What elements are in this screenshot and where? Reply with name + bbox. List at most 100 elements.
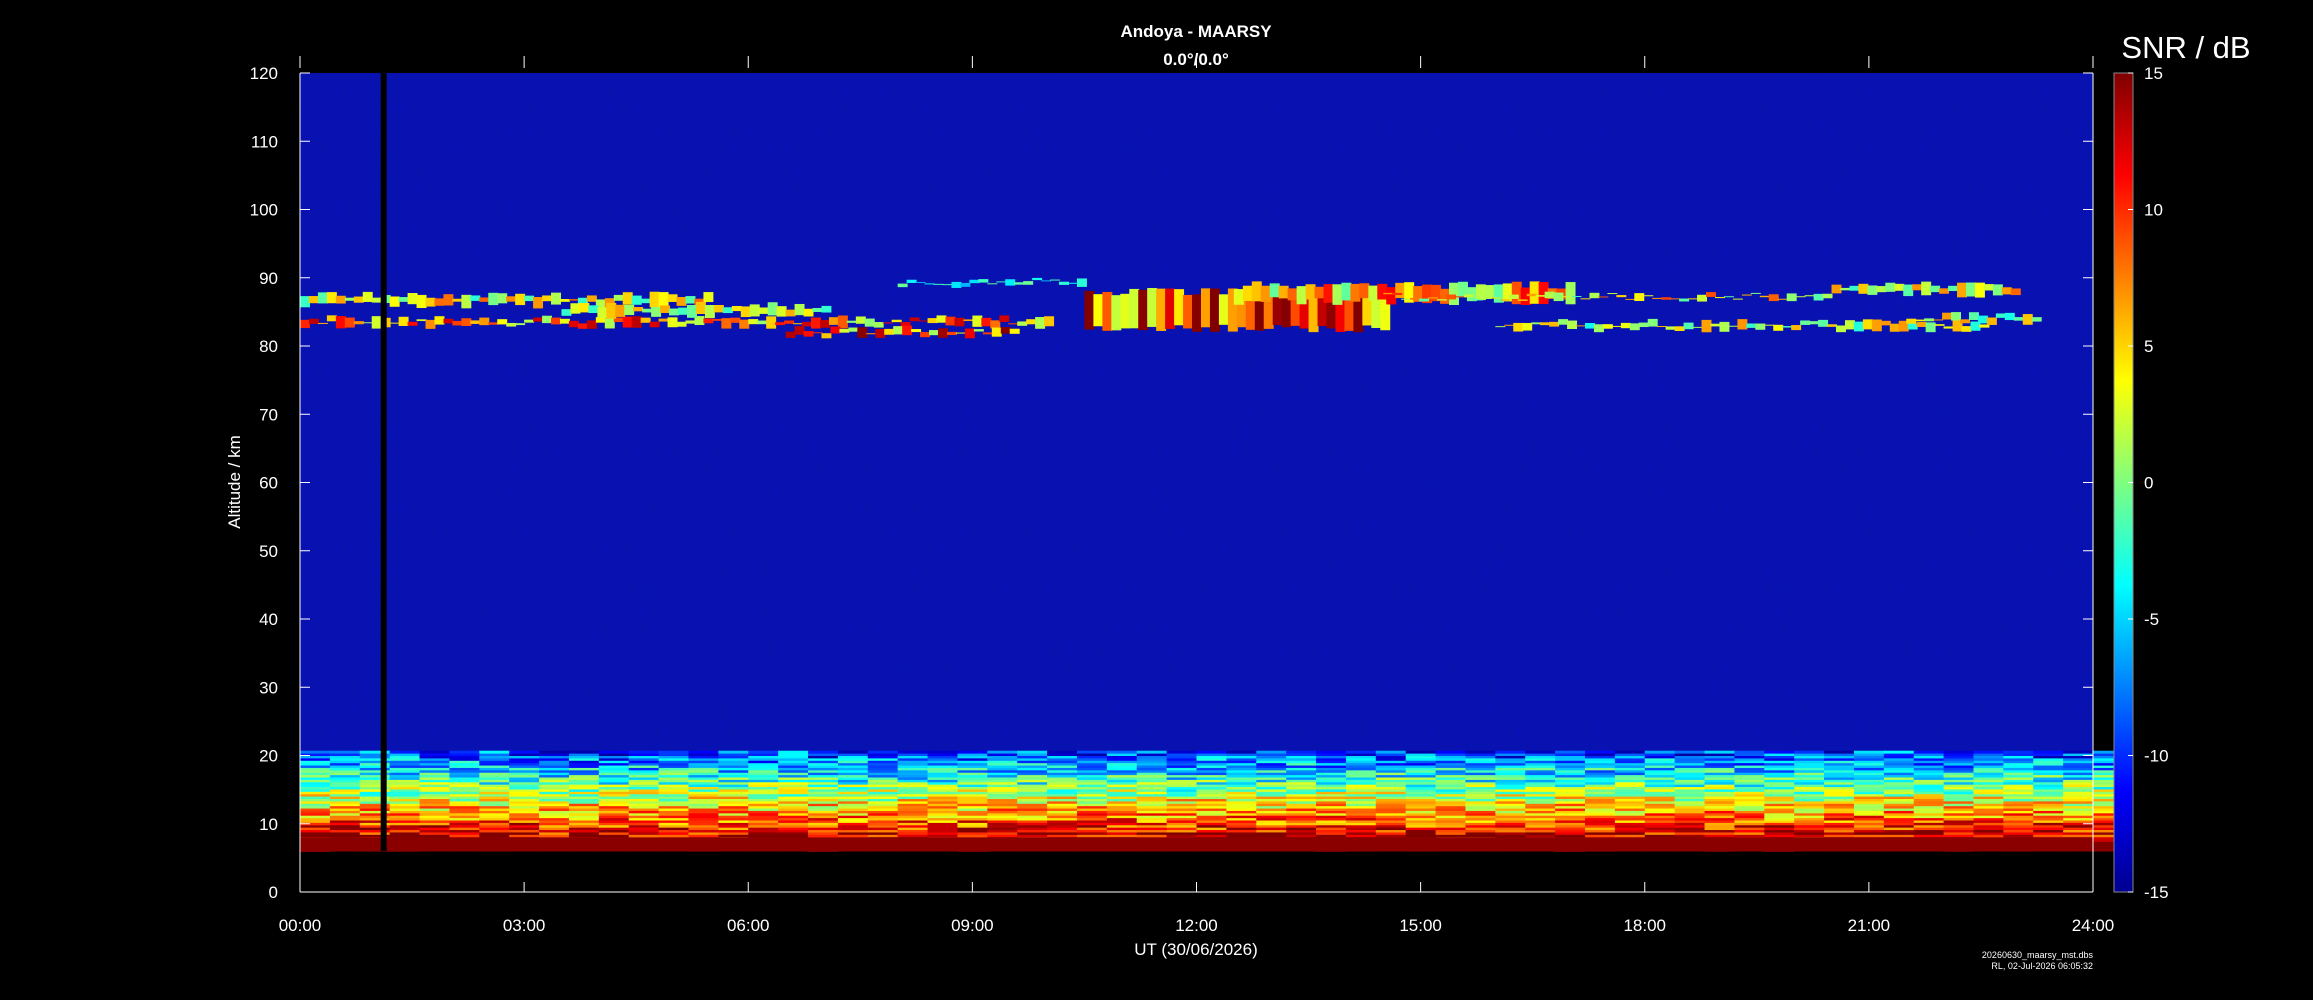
mesospheric-echo-cell <box>1871 319 1882 332</box>
mesospheric-echo-cell <box>991 327 1002 337</box>
mesospheric-echo-cell <box>1885 282 1896 292</box>
mesospheric-echo-cell <box>1818 319 1829 327</box>
mesospheric-echo-cell <box>1656 326 1667 328</box>
y-tick-label: 50 <box>259 542 278 561</box>
mesospheric-echo-cell <box>326 315 337 322</box>
mesospheric-echo-cell <box>559 299 570 302</box>
lower-echo-cell <box>300 750 331 754</box>
x-tick-label: 09:00 <box>951 916 994 935</box>
mesospheric-echo-cell <box>389 296 400 307</box>
mesospheric-echo-cell <box>1616 295 1627 298</box>
lower-echo-cell <box>1614 750 1646 754</box>
mesospheric-echo-cell <box>1571 296 1582 298</box>
mesospheric-echo-cell <box>685 296 696 304</box>
mesospheric-echo-cell <box>703 318 714 324</box>
mesospheric-echo-cell <box>1925 322 1936 333</box>
mesospheric-echo-cell <box>1755 323 1766 330</box>
mesospheric-echo-cell <box>300 296 310 308</box>
mesospheric-echo-cell <box>631 316 642 328</box>
mesospheric-echo-cell <box>389 322 400 324</box>
lower-echo-cell <box>1794 750 1826 754</box>
mesospheric-echo-cell <box>1147 287 1158 327</box>
mesospheric-echo-cell <box>1983 284 1994 291</box>
mesospheric-echo-cell <box>1305 284 1316 300</box>
mesospheric-echo-cell <box>317 292 328 304</box>
mesospheric-echo-cell <box>371 316 382 329</box>
mesospheric-echo-cell <box>1383 292 1394 295</box>
mesospheric-echo-cell <box>1688 298 1699 300</box>
mesospheric-echo-cell <box>1977 315 1988 324</box>
mesospheric-echo-cell <box>1472 299 1483 301</box>
x-tick-label: 12:00 <box>1175 916 1218 935</box>
mesospheric-echo-cell <box>678 307 688 315</box>
mesospheric-echo-cell <box>1836 325 1846 333</box>
mesospheric-echo-cell <box>1484 285 1495 299</box>
mesospheric-echo-cell <box>604 318 615 329</box>
mesospheric-echo-cell <box>1093 294 1104 327</box>
mesospheric-echo-cell <box>524 295 535 302</box>
lower-echo-cell <box>1674 750 1706 754</box>
mesospheric-echo-cell <box>915 281 926 283</box>
mesospheric-echo-cell <box>1602 324 1613 329</box>
footer-timestamp: RL, 02-Jul-2026 06:05:32 <box>1991 961 2093 971</box>
mesospheric-echo-cell <box>1697 294 1708 302</box>
y-tick-label: 0 <box>269 883 278 902</box>
snr-noise-texture <box>300 73 2093 847</box>
mesospheric-echo-cell <box>524 319 535 323</box>
mesospheric-echo-cell <box>1084 290 1095 330</box>
mesospheric-echo-cell <box>1350 283 1361 302</box>
mesospheric-echo-cell <box>793 323 804 325</box>
x-tick-label: 24:00 <box>2072 916 2115 935</box>
mesospheric-echo-cell <box>497 319 508 325</box>
mesospheric-echo-cell <box>606 302 617 319</box>
mesospheric-echo-cell <box>1481 297 1492 299</box>
lower-echo-cell <box>808 750 839 754</box>
mesospheric-echo-cell <box>651 306 662 317</box>
mesospheric-echo-cell <box>1068 282 1078 284</box>
mesospheric-echo-cell <box>802 321 813 327</box>
mesospheric-echo-cell <box>1903 284 1914 297</box>
mesospheric-echo-cell <box>1032 277 1043 281</box>
mesospheric-echo-cell <box>300 319 310 329</box>
mesospheric-echo-cell <box>1643 295 1654 297</box>
mesospheric-echo-cell <box>730 317 741 323</box>
mesospheric-echo-cell <box>1759 295 1770 298</box>
mesospheric-echo-cell <box>1165 288 1176 329</box>
mesospheric-echo-cell <box>1683 322 1694 330</box>
mesospheric-echo-cell <box>1008 323 1019 325</box>
mesospheric-echo-cell <box>1782 326 1793 328</box>
mesospheric-echo-cell <box>1849 285 1860 291</box>
mesospheric-echo-cell <box>1804 295 1815 297</box>
mesospheric-echo-cell <box>855 316 866 324</box>
mesospheric-echo-cell <box>1023 281 1034 285</box>
mesospheric-echo-cell <box>924 283 935 285</box>
mesospheric-echo-cell <box>1567 320 1578 329</box>
mesospheric-echo-cell <box>1200 288 1211 328</box>
mesospheric-echo-cell <box>335 316 346 329</box>
y-tick-label: 60 <box>259 474 278 493</box>
colorbar: SNR / dB -15 -10 -5 0 5 10 15 <box>2113 30 2251 902</box>
mesospheric-echo-cell <box>1906 318 1917 324</box>
lower-echo-cell <box>1913 750 1945 754</box>
y-tick-label: 120 <box>250 64 278 83</box>
x-axis-label: UT (30/06/2026) <box>1134 940 1257 959</box>
mesospheric-echo-cell <box>1768 294 1779 302</box>
mesospheric-echo-cell <box>1520 287 1531 306</box>
mesospheric-echo-cell <box>1386 287 1397 305</box>
mesospheric-echo-cell <box>470 295 481 301</box>
x-tick-label: 15:00 <box>1399 916 1442 935</box>
mesospheric-echo-cell <box>1111 295 1122 331</box>
mesospheric-echo-cell <box>615 304 626 317</box>
mesospheric-echo-cell <box>398 316 409 326</box>
mesospheric-echo-cell <box>1410 297 1421 300</box>
mesospheric-echo-cell <box>803 308 814 317</box>
mesospheric-echo-cell <box>434 298 445 306</box>
mesospheric-echo-cell <box>479 317 490 326</box>
mesospheric-echo-cell <box>1933 319 1944 321</box>
mesospheric-echo-cell <box>1059 281 1070 285</box>
lower-echo-cell <box>688 750 720 754</box>
mesospheric-echo-cell <box>1392 292 1403 296</box>
mesospheric-echo-cell <box>1269 283 1280 298</box>
mesospheric-echo-cell <box>344 297 355 301</box>
mesospheric-echo-cell <box>1611 325 1622 327</box>
